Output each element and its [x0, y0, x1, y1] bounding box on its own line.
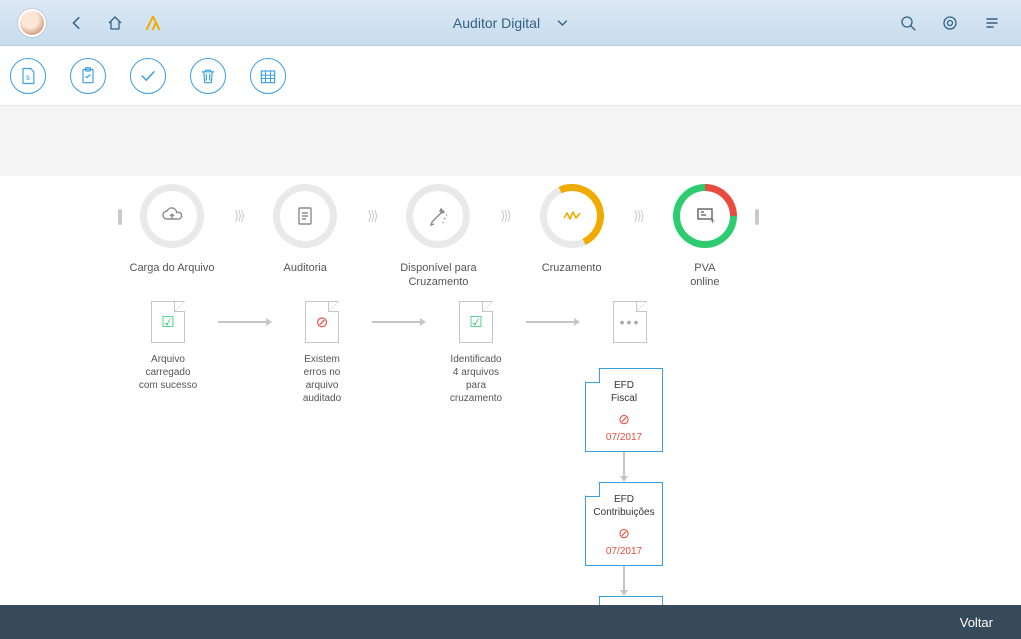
arrow-right-icon	[218, 301, 272, 343]
stage-auditoria[interactable]: Auditoria	[255, 191, 355, 289]
chevron-down-icon	[556, 17, 568, 29]
import-document-button[interactable]: $	[10, 58, 46, 94]
stage-label: Carga do Arquivo	[130, 261, 215, 289]
app-logo-icon	[142, 12, 164, 34]
card-date: 07/2017	[590, 432, 658, 443]
warning-icon: ⊘	[590, 525, 658, 542]
back-nav-button[interactable]	[66, 12, 88, 34]
document-check-icon: ☑	[151, 301, 185, 343]
card-date: 07/2017	[590, 546, 658, 557]
substep-pending[interactable]: •••	[580, 301, 680, 343]
end-tick-icon	[755, 209, 759, 225]
card-title: EFD Fiscal	[590, 379, 658, 405]
substep-label: Identificado4 arquivosparacruzamento	[431, 353, 521, 405]
svg-text:$: $	[26, 75, 30, 82]
crossing-cards-column: EFD Fiscal ⊘ 07/2017 EFD Contribuições ⊘…	[585, 368, 663, 606]
workflow-canvas: Carga do Arquivo ⟩⟩⟩ Auditoria ⟩⟩⟩ Dispo…	[0, 106, 1021, 605]
svg-text:+: +	[710, 216, 715, 226]
menu-list-button[interactable]	[981, 12, 1003, 34]
substep-carga-ok[interactable]: ☑ Arquivocarregadocom sucesso	[118, 301, 218, 392]
stage-cruzamento[interactable]: Cruzamento	[522, 191, 622, 289]
clipboard-button[interactable]	[70, 58, 106, 94]
arrow-right-icon	[372, 301, 426, 343]
footer-bar: Voltar	[0, 605, 1021, 639]
user-avatar[interactable]	[18, 9, 46, 37]
process-stages-row: Carga do Arquivo ⟩⟩⟩ Auditoria ⟩⟩⟩ Dispo…	[118, 191, 871, 290]
action-toolbar: $	[0, 46, 1021, 106]
chevron-separator-icon: ⟩⟩⟩	[355, 191, 388, 241]
target-button[interactable]	[939, 12, 961, 34]
chevron-separator-icon: ⟩⟩⟩	[488, 191, 521, 241]
app-header: Auditor Digital	[0, 0, 1021, 46]
search-button[interactable]	[897, 12, 919, 34]
stage-carga[interactable]: Carga do Arquivo	[122, 191, 222, 289]
stage-disponivel[interactable]: Disponível para Cruzamento	[388, 191, 488, 290]
page-title: Auditor Digital	[453, 15, 540, 31]
confirm-button[interactable]	[130, 58, 166, 94]
grid-view-button[interactable]	[250, 58, 286, 94]
document-error-icon: ⊘	[305, 301, 339, 343]
substep-label: Arquivocarregadocom sucesso	[123, 353, 213, 392]
header-title-dropdown[interactable]: Auditor Digital	[453, 15, 568, 31]
home-button[interactable]	[104, 12, 126, 34]
back-button[interactable]: Voltar	[960, 615, 993, 630]
chevron-separator-icon: ⟩⟩⟩	[622, 191, 655, 241]
arrow-right-icon	[526, 301, 580, 343]
stage-label: Cruzamento	[542, 261, 602, 289]
document-pending-icon: •••	[613, 301, 647, 343]
warning-icon: ⊘	[590, 411, 658, 428]
card-efd-fiscal[interactable]: EFD Fiscal ⊘ 07/2017	[585, 368, 663, 452]
card-efd-contribuicoes[interactable]: EFD Contribuições ⊘ 07/2017	[585, 482, 663, 566]
stage-label: PVA online	[690, 261, 719, 290]
substep-label: Existemerros noarquivoauditado	[277, 353, 367, 405]
stage-label: Disponível para Cruzamento	[400, 261, 476, 290]
stage-pva[interactable]: + PVA online	[655, 191, 755, 290]
stage-label: Auditoria	[284, 261, 327, 289]
substep-identificado[interactable]: ☑ Identificado4 arquivosparacruzamento	[426, 301, 526, 405]
substep-auditoria-err[interactable]: ⊘ Existemerros noarquivoauditado	[272, 301, 372, 405]
chevron-separator-icon: ⟩⟩⟩	[222, 191, 255, 241]
delete-button[interactable]	[190, 58, 226, 94]
document-check-icon: ☑	[459, 301, 493, 343]
card-title: EFD Contribuições	[590, 493, 658, 519]
